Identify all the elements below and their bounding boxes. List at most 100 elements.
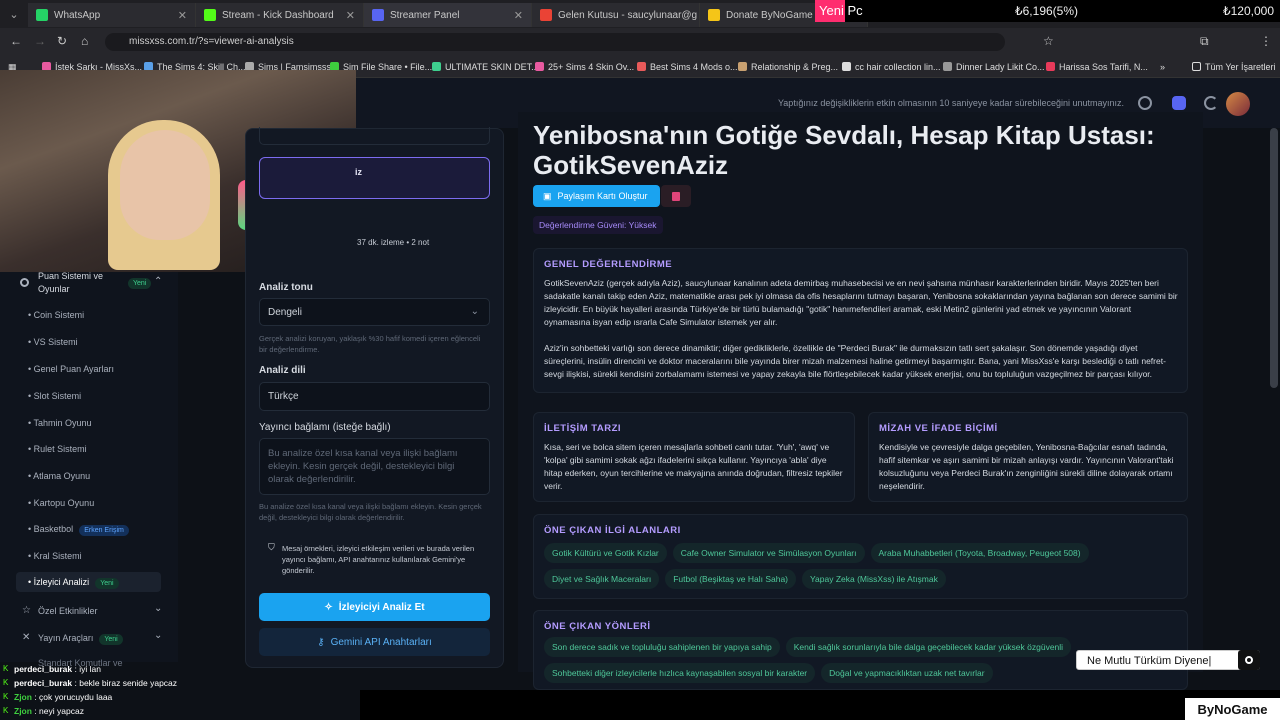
search-icon[interactable] [1238, 650, 1260, 670]
chat-user: Zjon [14, 706, 32, 716]
tab-streamer-panel[interactable]: Streamer Panel ✕ [364, 3, 532, 27]
communication-heading: İLETİŞİM TARZI [544, 423, 622, 434]
sidebar-item-snowball[interactable]: • Kartopu Oyunu [28, 498, 94, 508]
analysis-result-panel: Yenibosna'nın Gotiğe Sevdalı, Hesap Kita… [518, 112, 1203, 690]
sidebar-item-jump[interactable]: • Atlama Oyunu [28, 471, 90, 481]
star-icon: ☆ [22, 605, 31, 616]
kick-icon: K [3, 678, 9, 687]
bookmark-item[interactable]: Dinner Lady Likit Co... [943, 62, 1045, 72]
context-hint: Bu analize özel kısa kanal veya ilişki b… [259, 502, 482, 522]
interests-card: ÖNE ÇIKAN İLGİ ALANLARI Gotik Kültürü ve… [533, 514, 1188, 599]
language-select[interactable]: Türkçe [259, 382, 490, 411]
chevron-up-icon[interactable]: ⌃ [154, 276, 162, 287]
sidebar-item-coin[interactable]: • Coin Sistemi [28, 310, 84, 320]
forward-icon[interactable]: → [34, 34, 46, 48]
confidence-badge: Değerlendirme Güveni: Yüksek [533, 216, 663, 234]
tab-gmail[interactable]: Gelen Kutusu - saucylunaar@g✕ [532, 3, 700, 27]
close-icon[interactable]: ✕ [178, 9, 187, 22]
tone-select[interactable]: Dengeli ⌄ [259, 298, 490, 326]
menu-icon[interactable]: ⋮ [1260, 34, 1272, 48]
chevron-right-icon[interactable]: » [1160, 62, 1165, 72]
sidebar-section-points[interactable]: Puan Sistemi ve Oyunlar [38, 270, 128, 296]
overlay-search-input[interactable]: Ne Mutlu Türküm Diyene| [1076, 650, 1260, 670]
general-assessment-text: GotikSevenAziz (gerçek adıyla Aziz), sau… [544, 278, 1178, 327]
general-assessment-text-2: Aziz'in sohbetteki varlığı son derece di… [544, 343, 1166, 379]
tab-list-icon[interactable]: ⌄ [0, 8, 28, 21]
avatar[interactable] [1226, 92, 1250, 116]
chevron-down-icon[interactable]: ⌄ [154, 603, 162, 614]
chat-overlay: Kperdeci_burak : iyi lan Kperdeci_burak … [0, 662, 360, 720]
chat-message: Kperdeci_burak : bekle biraz senide yapc… [0, 676, 360, 690]
sidebar-item-stream-tools[interactable]: Yayın Araçları Yeni [38, 633, 123, 645]
kick-icon: K [3, 664, 9, 673]
bynogame-logo: ByNoGame [1185, 698, 1280, 720]
bookmark-item[interactable]: Best Sims 4 Mods o... [637, 62, 738, 72]
reload-icon[interactable]: ↻ [57, 34, 67, 48]
humor-heading: MİZAH VE İFADE BİÇİMİ [879, 423, 998, 434]
chat-message: K Zjon : çok yorucuydu laaa [0, 690, 360, 704]
selected-viewer-card[interactable]: iz [259, 157, 490, 199]
donation-goal-overlay: Yeni Pc ₺6,196(5%) ₺120,000 [815, 0, 1280, 22]
close-icon[interactable]: ✕ [346, 9, 355, 22]
trait-chip: Doğal ve yapmacıklıktan uzak net tavırla… [821, 663, 993, 683]
bookmark-item[interactable]: Relationship & Preg... [738, 62, 838, 72]
discord-icon[interactable] [1172, 96, 1186, 110]
home-icon[interactable]: ⌂ [81, 34, 88, 48]
communication-text: Kısa, seri ve bolca sitem içeren mesajla… [544, 442, 843, 491]
sidebar-item-vs[interactable]: • VS Sistemi [28, 337, 78, 347]
humor-text: Kendisiyle ve çevresiyle dalga geçebilen… [879, 442, 1174, 491]
chat-user: Zjon [14, 692, 32, 702]
interest-chips: Gotik Kültürü ve Gotik Kızlar Cafe Owner… [544, 543, 1184, 589]
page-scrollbar[interactable] [1270, 128, 1278, 388]
sidebar-item-special-events[interactable]: Özel Etkinlikler [38, 606, 98, 616]
sidebar-item-roulette[interactable]: • Rulet Sistemi [28, 444, 87, 454]
save-notice: Yaptığınız değişikliklerin etkin olmasın… [777, 98, 1124, 108]
url-field[interactable]: missxss.com.tr/?s=viewer-ai-analysis [105, 33, 1005, 51]
chat-message: Kperdeci_burak : iyi lan [0, 662, 360, 676]
all-bookmarks[interactable]: Tüm Yer İşaretleri [1192, 62, 1276, 72]
language-value: Türkçe [268, 391, 299, 402]
interest-chip: Futbol (Beşiktaş ve Halı Saha) [665, 569, 797, 589]
sidebar-item-prediction[interactable]: • Tahmin Oyunu [28, 418, 92, 428]
sidebar-item-slot[interactable]: • Slot Sistemi [28, 391, 81, 401]
sidebar-item-king[interactable]: • Kral Sistemi [28, 551, 82, 561]
tab-label: WhatsApp [54, 9, 101, 21]
interests-heading: ÖNE ÇIKAN İLGİ ALANLARI [544, 525, 681, 536]
trash-icon [672, 191, 680, 201]
viewer-stats: 37 dk. izleme • 2 not [357, 238, 430, 247]
moon-icon[interactable] [1204, 96, 1218, 110]
sidebar-item-points-settings[interactable]: • Genel Puan Ayarları [28, 364, 114, 374]
analyze-viewer-button[interactable]: ✧ İzleyiciyi Analiz Et [259, 593, 490, 621]
bookmark-item[interactable]: ULTIMATE SKIN DET... [432, 62, 539, 72]
sidebar-item-basketball[interactable]: • Basketbol Erken Erişim [28, 524, 129, 536]
context-textarea[interactable]: Bu analize özel kısa kanal veya ilişki b… [259, 438, 490, 495]
kick-icon: K [3, 706, 9, 715]
panel-icon [372, 9, 384, 21]
analyze-button-label: İzleyiciyi Analiz Et [338, 601, 425, 613]
chat-message: K Zjon : neyi yapcaz [0, 704, 360, 718]
bookmark-item[interactable]: cc hair collection lin... [842, 62, 941, 72]
gemini-api-keys-button[interactable]: ⚷ Gemini API Anahtarları [259, 628, 490, 656]
interest-chip: Cafe Owner Simulator ve Simülasyon Oyunl… [672, 543, 865, 563]
bookmark-item[interactable]: 25+ Sims 4 Skin Ov... [535, 62, 634, 72]
back-icon[interactable]: ← [10, 34, 22, 48]
chat-user: perdeci_burak [14, 678, 73, 688]
share-button-label: Paylaşım Kartı Oluştur [557, 191, 648, 201]
chat-text: : iyi lan [74, 664, 101, 674]
interest-chip: Araba Muhabbetleri (Toyota, Broadway, Pe… [870, 543, 1089, 563]
tools-icon: ✕ [22, 632, 31, 643]
tab-kick[interactable]: Stream - Kick Dashboard ✕ [196, 3, 364, 27]
delete-button[interactable] [661, 185, 691, 207]
chat-user: perdeci_burak [14, 664, 73, 674]
bookmark-item[interactable]: Harissa Sos Tarifi, N... [1046, 62, 1148, 72]
chevron-down-icon[interactable]: ⌄ [154, 630, 162, 641]
share-card-button[interactable]: ▣ Paylaşım Kartı Oluştur [533, 185, 660, 207]
tab-label: Streamer Panel [390, 9, 460, 21]
extensions-icon[interactable]: ⧉ [1200, 34, 1209, 49]
headset-icon[interactable] [1138, 96, 1152, 110]
bookmark-star-icon[interactable]: ☆ [1043, 34, 1054, 48]
tab-whatsapp[interactable]: WhatsApp ✕ [28, 3, 196, 27]
selected-viewer-name: iz [355, 167, 363, 177]
sidebar-item-viewer-analysis[interactable]: • İzleyici Analizi Yeni [28, 577, 119, 589]
close-icon[interactable]: ✕ [514, 9, 523, 22]
